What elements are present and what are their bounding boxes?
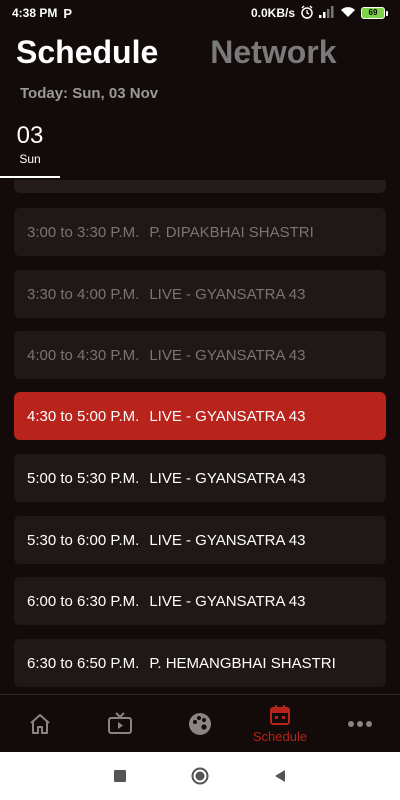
battery-level: 69 [361, 7, 385, 19]
day-number: 03 [16, 122, 44, 149]
recents-icon [114, 770, 126, 782]
more-icon [348, 720, 372, 727]
schedule-item[interactable]: 6:00 to 6:30 P.M. LIVE - GYANSATRA 43 [14, 577, 386, 625]
schedule-title: LIVE - GYANSATRA 43 [149, 346, 306, 364]
today-label: Today: Sun, 03 Nov [20, 85, 159, 102]
schedule-item[interactable]: 3:30 to 4:00 P.M. LIVE - GYANSATRA 43 [14, 270, 386, 318]
schedule-time: 3:30 to 4:00 P.M. [27, 285, 140, 303]
home-button[interactable] [185, 761, 215, 791]
nav-tv[interactable] [80, 695, 160, 752]
palette-icon [189, 712, 211, 735]
schedule-time: 6:30 to 6:50 P.M. [27, 654, 140, 672]
wifi-icon [340, 6, 356, 21]
schedule-list[interactable]: 3:00 to 3:30 P.M. P. DIPAKBHAI SHASTRI 3… [0, 180, 400, 694]
tab-schedule[interactable]: Schedule [16, 34, 158, 71]
schedule-item[interactable]: 5:30 to 6:00 P.M. LIVE - GYANSATRA 43 [14, 516, 386, 564]
schedule-title: P. DIPAKBHAI SHASTRI [149, 223, 314, 241]
schedule-time: 5:00 to 5:30 P.M. [27, 469, 140, 487]
nav-home[interactable] [0, 695, 80, 752]
schedule-time: 4:30 to 5:00 P.M. [27, 407, 140, 425]
network-speed: 0.0KB/s [250, 6, 295, 20]
nav-palette[interactable] [160, 695, 240, 752]
nav-schedule[interactable]: Schedule [240, 695, 320, 752]
home-icon [30, 713, 50, 734]
schedule-time: 6:00 to 6:30 P.M. [27, 592, 140, 610]
schedule-title: P. HEMANGBHAI SHASTRI [149, 654, 336, 672]
system-nav-bar [0, 752, 400, 800]
schedule-item[interactable]: 6:30 to 6:50 P.M. P. HEMANGBHAI SHASTRI [14, 639, 386, 687]
list-item-partial [14, 180, 386, 193]
schedule-time: 5:30 to 6:00 P.M. [27, 531, 140, 549]
schedule-title: LIVE - GYANSATRA 43 [149, 592, 306, 610]
calendar-icon [270, 705, 290, 725]
day-name: Sun [19, 152, 41, 166]
status-bar: 4:38 PM P 0.0KB/s 69 [0, 0, 400, 26]
schedule-item[interactable]: 4:00 to 4:30 P.M. LIVE - GYANSATRA 43 [14, 331, 386, 379]
header-tabs: Schedule Network [16, 34, 337, 71]
schedule-title: LIVE - GYANSATRA 43 [149, 469, 306, 487]
back-button[interactable] [265, 761, 295, 791]
battery-icon: 69 [361, 7, 388, 19]
schedule-title: LIVE - GYANSATRA 43 [149, 407, 306, 425]
day-tab-sun[interactable]: 03 Sun [0, 118, 60, 178]
schedule-item[interactable]: 3:00 to 3:30 P.M. P. DIPAKBHAI SHASTRI [14, 208, 386, 256]
recents-button[interactable] [105, 761, 135, 791]
schedule-time: 3:00 to 3:30 P.M. [27, 223, 140, 241]
schedule-item-current[interactable]: 4:30 to 5:00 P.M. LIVE - GYANSATRA 43 [14, 392, 386, 440]
schedule-item[interactable]: 5:00 to 5:30 P.M. LIVE - GYANSATRA 43 [14, 454, 386, 502]
home-circle-icon [191, 767, 209, 785]
tab-network[interactable]: Network [210, 34, 336, 71]
schedule-time: 4:00 to 4:30 P.M. [27, 346, 140, 364]
tv-icon [108, 711, 132, 734]
nav-schedule-label: Schedule [252, 729, 308, 744]
back-icon [275, 770, 285, 782]
status-time: 4:38 PM [12, 6, 58, 20]
day-tab-indicator [0, 176, 60, 178]
schedule-title: LIVE - GYANSATRA 43 [149, 285, 306, 303]
app-indicator-icon: P [63, 5, 73, 21]
alarm-icon [300, 5, 314, 22]
status-icons: 0.0KB/s 69 [251, 5, 388, 22]
bottom-nav: Schedule [0, 694, 400, 752]
schedule-title: LIVE - GYANSATRA 43 [149, 531, 306, 549]
signal-icon [319, 5, 335, 21]
nav-more[interactable] [320, 695, 400, 752]
